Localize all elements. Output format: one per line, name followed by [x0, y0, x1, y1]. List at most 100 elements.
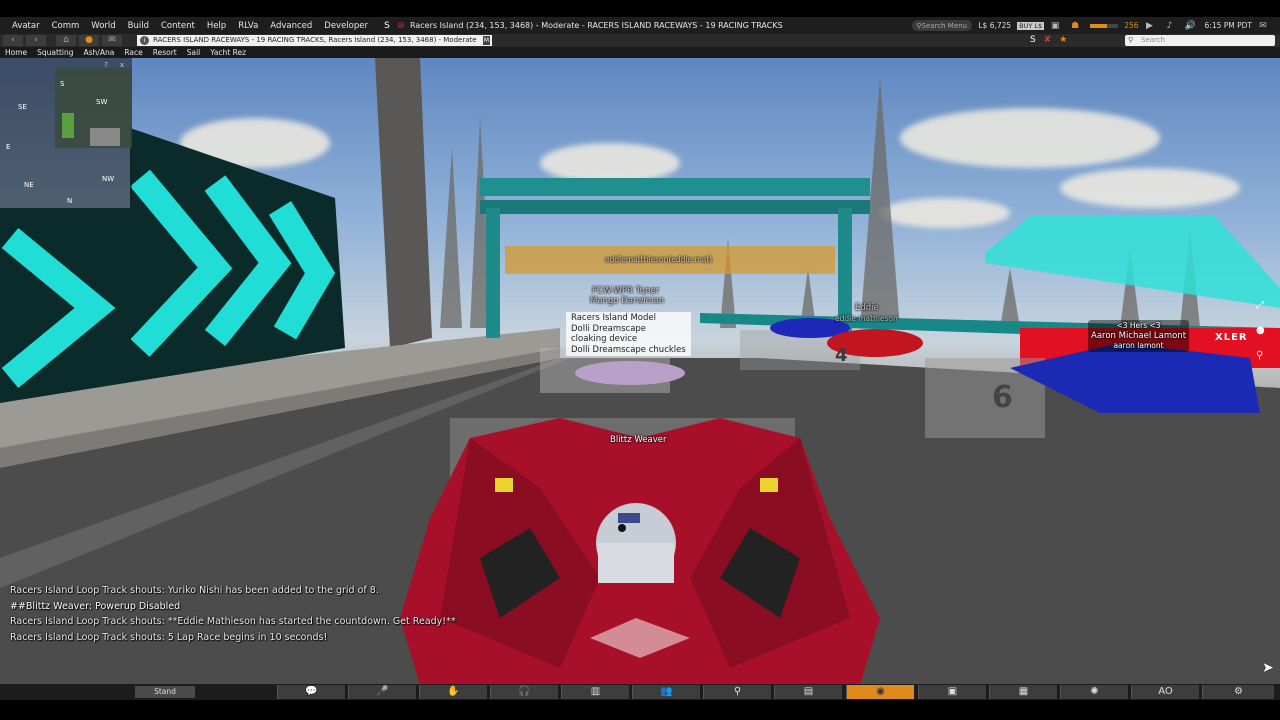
compass-nw: NW — [102, 175, 115, 183]
ao-button[interactable]: AO — [1131, 685, 1199, 699]
chat-button[interactable]: 💬 — [277, 685, 345, 699]
player-nameplate: Blittz Weaver — [610, 435, 667, 445]
volume-icon[interactable]: 🔊 — [1185, 21, 1196, 31]
map-button[interactable]: ▥ — [561, 685, 629, 699]
headset-icon: 🎧 — [518, 686, 531, 697]
forward-button[interactable]: › — [26, 35, 46, 46]
world-map-button[interactable]: ▤ — [774, 685, 842, 699]
scripts-disabled-icon[interactable]: S — [1030, 35, 1036, 45]
menu-developer[interactable]: Developer — [318, 21, 374, 31]
voice-button[interactable]: 🎤 — [348, 685, 416, 699]
appearance-button[interactable]: ✺ — [1060, 685, 1128, 699]
map-pin-icon[interactable]: ⚲ — [1256, 350, 1276, 361]
no-push-icon[interactable]: ✘ — [1044, 35, 1052, 45]
shop-icon[interactable]: ▣ — [1050, 21, 1060, 31]
grid-number-6: 6 — [992, 380, 1013, 415]
people-button[interactable]: 👥 — [632, 685, 700, 699]
back-arrow-icon: ‹ — [11, 35, 15, 45]
fps-value: 256 — [1124, 21, 1139, 30]
location-input[interactable]: i RACERS ISLAND RACEWAYS - 19 RACING TRA… — [137, 35, 492, 46]
nameplate-aaron: <3 Hers <3 Aaron Michael Lamont aaron la… — [1088, 320, 1190, 352]
gesture-icon: ✋ — [447, 686, 460, 697]
speak-button[interactable]: 🎧 — [490, 685, 558, 699]
chat-line: Racers Island Loop Track shouts: Yuriko … — [10, 585, 379, 596]
gestures-button[interactable]: ✋ — [419, 685, 487, 699]
people-icon[interactable]: ☗ — [1070, 21, 1080, 31]
favorite-ash-ana[interactable]: Ash/Ana — [79, 48, 120, 57]
nameplate-mango: Mango Darwinian — [590, 296, 665, 306]
book-icon: ▥ — [590, 686, 601, 697]
forward-arrow-icon: › — [34, 35, 38, 45]
menu-avatar[interactable]: Avatar — [6, 21, 46, 31]
info-icon: i — [140, 36, 149, 45]
chat-bubble-icon[interactable]: ● — [1256, 325, 1276, 336]
gear-icon: ⚙ — [1234, 686, 1243, 697]
no-fly-icon[interactable]: ⊘ — [396, 21, 406, 31]
search-menu-input[interactable]: ⚲ Search Menu — [912, 20, 973, 31]
menu-content[interactable]: Content — [155, 21, 201, 31]
landmark-button[interactable]: ✉ — [102, 35, 122, 46]
camera-controls-button[interactable]: ⚙ — [1202, 685, 1274, 699]
stand-button[interactable]: Stand — [135, 686, 195, 698]
sponsor-sign: XLER — [1215, 332, 1248, 343]
menu-world[interactable]: World — [85, 21, 121, 31]
microphone-icon: 🎤 — [376, 686, 389, 697]
expand-icon[interactable]: ⤢ — [1256, 300, 1276, 311]
map-icon: ▤ — [803, 686, 814, 697]
search-icon: ⚲ — [733, 686, 742, 697]
people-icon: 👥 — [660, 686, 673, 697]
bandwidth-bar — [1090, 23, 1119, 28]
place-info-button[interactable]: ● — [79, 35, 99, 46]
radar-button[interactable]: ◉ — [846, 685, 914, 699]
menu-comm[interactable]: Comm — [46, 21, 86, 31]
back-button[interactable]: ‹ — [3, 35, 23, 46]
menu-rlva[interactable]: RLVa — [232, 21, 264, 31]
chat-icon: 💬 — [305, 686, 318, 697]
window-title: Racers Island (234, 153, 3468) - Moderat… — [410, 21, 783, 30]
favorite-sail[interactable]: Sail — [182, 48, 206, 57]
favorite-race[interactable]: Race — [119, 48, 147, 57]
snapshot-button[interactable]: ▣ — [918, 685, 986, 699]
compass-sw: SW — [96, 98, 108, 106]
compass-s: S — [60, 80, 65, 88]
chat-line: Racers Island Loop Track shouts: 5 Lap R… — [10, 631, 328, 643]
favorites-bar: Home Squatting Ash/Ana Race Resort Sail … — [0, 47, 1280, 58]
help-icon[interactable]: ? — [102, 61, 110, 69]
mini-map[interactable]: ? x S SE SW E NE NW N — [0, 58, 132, 208]
radar-icon: ◉ — [876, 686, 885, 697]
nameplate-fcw: FCW-WPR Tuner — [592, 286, 660, 296]
music-icon[interactable]: ♪ — [1165, 21, 1175, 31]
favorite-yacht-rez[interactable]: Yacht Rez — [205, 48, 251, 57]
briefcase-icon: ▦ — [1018, 686, 1029, 697]
mouse-cursor-icon: ➤ — [1262, 660, 1274, 676]
search-button[interactable]: ⚲ — [703, 685, 771, 699]
camera-icon: ▣ — [947, 686, 958, 697]
buy-currency-button[interactable]: BUY L$ — [1017, 21, 1045, 30]
favorite-home[interactable]: Home — [0, 48, 32, 57]
favorite-squatting[interactable]: Squatting — [32, 48, 78, 57]
notification-icon[interactable]: ✉ — [1258, 21, 1268, 31]
compass-ne: NE — [24, 181, 34, 189]
favorite-resort[interactable]: Resort — [148, 48, 182, 57]
bottom-toolbar: Stand 💬 🎤 ✋ 🎧 ▥ 👥 ⚲ ▤ ◉ ▣ ▦ ✺ AO ⚙ — [0, 684, 1280, 700]
script-icon[interactable]: S — [382, 21, 392, 31]
chat-line: Racers Island Loop Track shouts: **Eddie… — [10, 616, 456, 627]
search-input[interactable]: ⚲ Search — [1125, 35, 1275, 46]
media-icon[interactable]: ▶ — [1145, 21, 1155, 31]
close-icon[interactable]: x — [118, 61, 126, 69]
compass-se: SE — [18, 103, 27, 111]
nameplate-eddie-user: eddie mathieson — [835, 314, 898, 323]
menu-help[interactable]: Help — [201, 21, 232, 31]
menu-advanced[interactable]: Advanced — [264, 21, 318, 31]
search-icon: ⚲ — [1128, 36, 1134, 44]
menu-build[interactable]: Build — [122, 21, 155, 31]
parcel-icons: S ✘ ★ — [1030, 35, 1067, 45]
navigation-bar: ‹ › ⌂ ● ✉ i RACERS ISLAND RACEWAYS - 19 … — [0, 34, 1280, 47]
inventory-button[interactable]: ▦ — [989, 685, 1057, 699]
clock: 6:15 PM PDT — [1204, 21, 1252, 30]
info-icon: ● — [85, 35, 93, 45]
compass-n: N — [67, 197, 73, 205]
favorite-star-icon[interactable]: ★ — [1059, 35, 1067, 45]
home-button[interactable]: ⌂ — [56, 35, 76, 46]
home-icon: ⌂ — [63, 35, 69, 45]
